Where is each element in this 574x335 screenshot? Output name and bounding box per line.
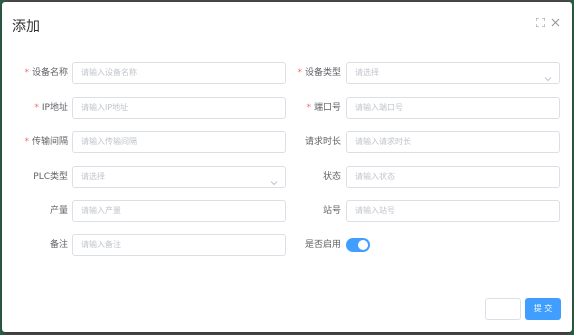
- enabled-label: 是否启用: [304, 240, 341, 250]
- status-placeholder: 请输入状态: [355, 172, 395, 181]
- remark-label: 备注: [49, 240, 68, 250]
- device-name-placeholder: 请输入设备名称: [81, 68, 137, 77]
- close-icon[interactable]: [551, 18, 560, 27]
- device-type-label: * 设备类型: [297, 68, 341, 78]
- cancel-button[interactable]: [485, 298, 521, 320]
- request-duration-input[interactable]: 请输入请求时长: [346, 131, 560, 153]
- required-mark: *: [306, 103, 311, 113]
- plc-type-placeholder: 请选择: [81, 172, 105, 181]
- submit-button[interactable]: 提 交: [525, 298, 561, 320]
- station-no-label: 站号: [322, 206, 341, 216]
- enabled-switch[interactable]: [346, 238, 370, 252]
- dialog-title: 添加: [12, 19, 40, 35]
- output-placeholder: 请输入产量: [81, 206, 121, 215]
- output-label: 产量: [49, 206, 68, 216]
- required-mark: *: [24, 137, 29, 147]
- transfer-interval-input[interactable]: 请输入传输间隔: [72, 131, 286, 153]
- request-duration-placeholder: 请输入请求时长: [355, 137, 411, 146]
- transfer-interval-placeholder: 请输入传输间隔: [81, 137, 137, 146]
- switch-knob: [358, 240, 368, 250]
- station-no-input[interactable]: 请输入站号: [346, 200, 560, 222]
- chevron-down-icon: [544, 70, 552, 90]
- ip-address-label: * IP地址: [34, 103, 68, 113]
- fullscreen-icon[interactable]: [536, 18, 545, 27]
- ip-address-input[interactable]: 请输入IP地址: [72, 97, 286, 119]
- status-input[interactable]: 请输入状态: [346, 166, 560, 188]
- dialog-header: 添加: [2, 2, 572, 48]
- plc-type-label: PLC类型: [33, 172, 68, 182]
- device-type-select[interactable]: 请选择: [346, 62, 560, 84]
- required-mark: *: [297, 68, 302, 78]
- transfer-interval-label: * 传输间隔: [24, 137, 68, 147]
- add-dialog: 添加 * 设备名称 请输入设备名称 * 设备类型 请选择 * IP地址 请输入IP地址…: [2, 2, 572, 332]
- device-name-input[interactable]: 请输入设备名称: [72, 62, 286, 84]
- port-placeholder: 请输入端口号: [355, 103, 403, 112]
- header-tools: [536, 18, 560, 27]
- device-type-placeholder: 请选择: [355, 68, 379, 77]
- port-input[interactable]: 请输入端口号: [346, 97, 560, 119]
- remark-input[interactable]: 请输入备注: [72, 234, 286, 256]
- chevron-down-icon: [270, 174, 278, 194]
- device-name-label: * 设备名称: [24, 68, 68, 78]
- ip-address-placeholder: 请输入IP地址: [81, 103, 129, 112]
- plc-type-select[interactable]: 请选择: [72, 166, 286, 188]
- station-no-placeholder: 请输入站号: [355, 206, 395, 215]
- required-mark: *: [34, 103, 39, 113]
- output-input[interactable]: 请输入产量: [72, 200, 286, 222]
- status-label: 状态: [322, 172, 341, 182]
- required-mark: *: [24, 68, 29, 78]
- remark-placeholder: 请输入备注: [81, 240, 121, 249]
- port-label: * 端口号: [306, 103, 341, 113]
- request-duration-label: 请求时长: [304, 137, 341, 147]
